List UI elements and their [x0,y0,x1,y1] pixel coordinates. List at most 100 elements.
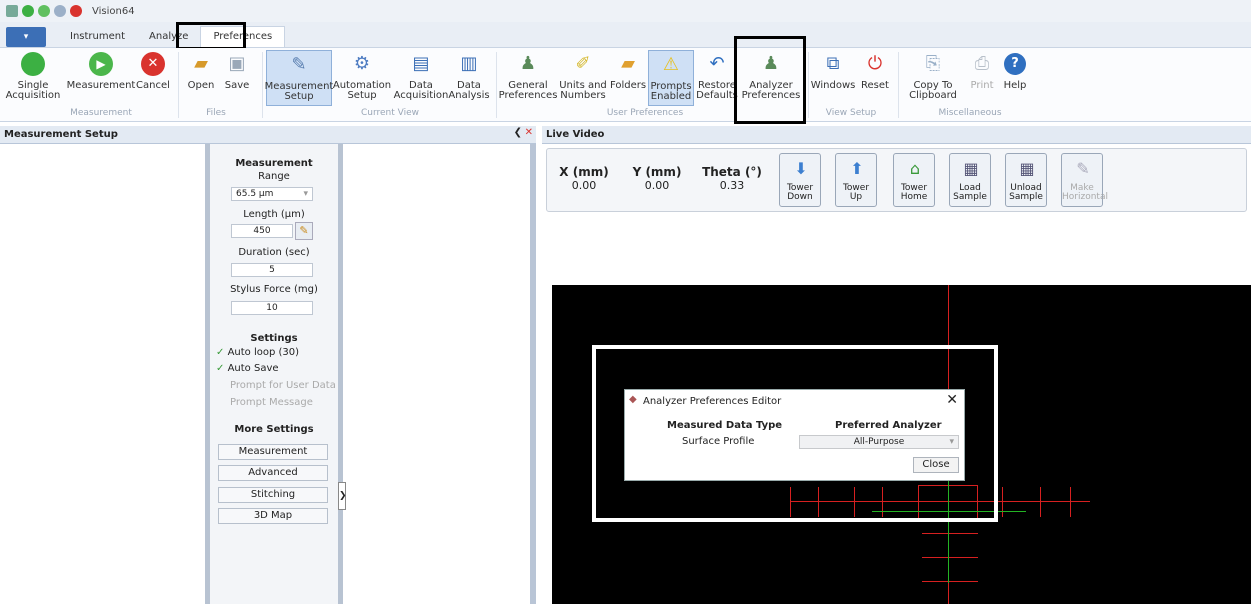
windows-icon: ⧉ [826,53,840,74]
automation-setup-icon: ⚙ [353,53,371,74]
tower-down-icon: ⬇ [794,159,808,178]
unload-sample-icon: ▦ [1019,159,1035,178]
app-title: Vision64 [92,5,135,17]
group-label-measurement: Measurement [70,108,132,118]
back-icon[interactable] [6,5,18,17]
open-folder-icon: ▰ [194,53,208,74]
windows-button[interactable]: ⧉ Windows [811,50,856,91]
tower-home-button[interactable]: ⌂ Tower Home [893,153,935,207]
length-input[interactable]: 450 [231,224,293,238]
3d-map-settings-button[interactable]: 3D Map [218,508,328,524]
tower-down-button[interactable]: ⬇ Tower Down [779,153,821,207]
make-horizontal-button[interactable]: ✎ Make Horizontal [1061,153,1108,207]
dialog-close-icon[interactable]: ✕ [946,392,958,408]
stylus-force-label: Stylus Force (mg) [230,284,318,295]
dialog-title: Analyzer Preferences Editor [643,396,782,407]
length-label: Length (µm) [243,209,305,220]
checkmark-icon: ✓ [216,347,225,358]
expand-panel-icon[interactable]: ❯ [338,482,347,510]
prompt-user-data-option[interactable]: Prompt for User Data [230,380,336,391]
units-and-numbers-button[interactable]: ✐ Units and Numbers [558,50,608,101]
prompt-message-option[interactable]: Prompt Message [230,397,313,408]
app-window: Vision64 ▾ Instrument Analyze Preference… [0,0,1251,604]
auto-loop-option[interactable]: ✓ Auto loop (30) [216,347,299,358]
measurement-button[interactable]: ▶ Measurement [66,50,136,91]
cancel-button[interactable]: ✕ Cancel [136,50,170,91]
data-acquisition-icon: ▤ [412,53,430,74]
prompts-warning-icon: ⚠ [662,54,680,75]
more-settings-title: More Settings [234,424,314,435]
preferred-analyzer-header: Preferred Analyzer [835,420,942,431]
data-analysis-button[interactable]: ▥ Data Analysis [448,50,490,101]
restore-defaults-button[interactable]: ↶ Restore Defaults [696,50,738,101]
copy-to-clipboard-button[interactable]: ⎘ Copy To Clipboard [904,50,962,101]
duration-label: Duration (sec) [238,247,310,258]
duration-input[interactable]: 5 [231,263,313,277]
auto-save-option[interactable]: ✓ Auto Save [216,363,279,374]
group-label-miscellaneous: Miscellaneous [938,108,1002,118]
measurement-setup-button[interactable]: ✎ Measurement Setup [265,50,333,106]
printer-icon: ⎙ [974,53,990,74]
copy-clipboard-icon: ⎘ [925,53,941,74]
ribbon: Single Acquisition ▶ Measurement ✕ Cance… [0,36,1251,124]
app-menu-button[interactable]: ▾ [6,27,46,47]
data-acquisition-button[interactable]: ▤ Data Acquisition [394,50,449,101]
pick-length-icon[interactable]: ✎ [295,222,313,240]
settings-title: Settings [250,333,298,344]
general-preferences-icon: ♟ [519,53,537,74]
analyzer-preferences-dialog: ◆ Analyzer Preferences Editor ✕ Measured… [624,389,965,481]
preferred-analyzer-select[interactable]: All-Purpose ▾ [799,435,959,449]
general-preferences-button[interactable]: ♟ General Preferences [499,50,558,101]
checkmark-icon: ✓ [216,363,225,374]
dialog-close-button[interactable]: Close [913,457,959,473]
range-label: Range [258,171,290,182]
x-coordinate: X (mm) 0.00 [559,165,609,192]
undo-arrow-icon: ↶ [709,53,725,74]
dialog-app-icon: ◆ [629,394,637,405]
help-button[interactable]: ? Help [1000,50,1030,91]
chevron-down-icon: ▾ [303,189,308,199]
automation-setup-button[interactable]: ⚙ Automation Setup [333,50,391,101]
reset-power-icon: ⏻ [867,53,883,74]
live-video-header: Live Video [542,126,1251,144]
unload-sample-button[interactable]: ▦ Unload Sample [1005,153,1047,207]
tower-up-button[interactable]: ⬆ Tower Up [835,153,877,207]
collapse-panel-icon[interactable]: ❮ [514,127,522,138]
save-button[interactable]: ▣ Save [220,50,254,91]
make-horizontal-icon: ✎ [1076,159,1090,178]
prompts-enabled-button[interactable]: ⚠ Prompts Enabled [648,50,694,106]
group-label-view-setup: View Setup [825,108,877,118]
open-button[interactable]: ▰ Open [184,50,218,91]
stylus-force-input[interactable]: 10 [231,301,313,315]
save-icon: ▣ [228,53,246,74]
close-red-icon[interactable] [70,5,82,17]
green-status-icon[interactable] [22,5,34,17]
data-analysis-icon: ▥ [460,53,478,74]
measured-data-type-header: Measured Data Type [667,420,783,431]
title-bar: Vision64 [0,0,1251,22]
single-acquisition-button[interactable]: Single Acquisition [6,50,60,101]
preferences-tab-highlight [176,22,246,50]
group-label-current-view: Current View [360,108,420,118]
reset-button[interactable]: ⏻ Reset [858,50,892,91]
group-label-files: Files [206,108,226,118]
folders-icon: ▰ [621,53,635,74]
settings-icon[interactable] [54,5,66,17]
advanced-settings-button[interactable]: Advanced [218,465,328,481]
folders-button[interactable]: ▰ Folders [608,50,648,91]
measurement-settings-button[interactable]: Measurement [218,444,328,460]
range-select[interactable]: 65.5 µm ▾ [231,187,313,201]
measurement-setup-header: Measurement Setup ❮ ✕ [0,126,536,144]
play-green-circle-icon [19,50,47,78]
tab-instrument[interactable]: Instrument [58,27,137,47]
green-status-icon-2[interactable] [38,5,50,17]
measurement-title: Measurement [235,158,313,169]
cancel-x-icon: ✕ [139,50,167,78]
print-button[interactable]: ⎙ Print [966,50,998,91]
theta-coordinate: Theta (°) 0.33 [702,165,762,192]
close-panel-icon[interactable]: ✕ [525,127,533,138]
ruler-icon: ✐ [575,53,591,74]
load-sample-button[interactable]: ▦ Load Sample [949,153,991,207]
y-coordinate: Y (mm) 0.00 [632,165,682,192]
stitching-settings-button[interactable]: Stitching [218,487,328,503]
